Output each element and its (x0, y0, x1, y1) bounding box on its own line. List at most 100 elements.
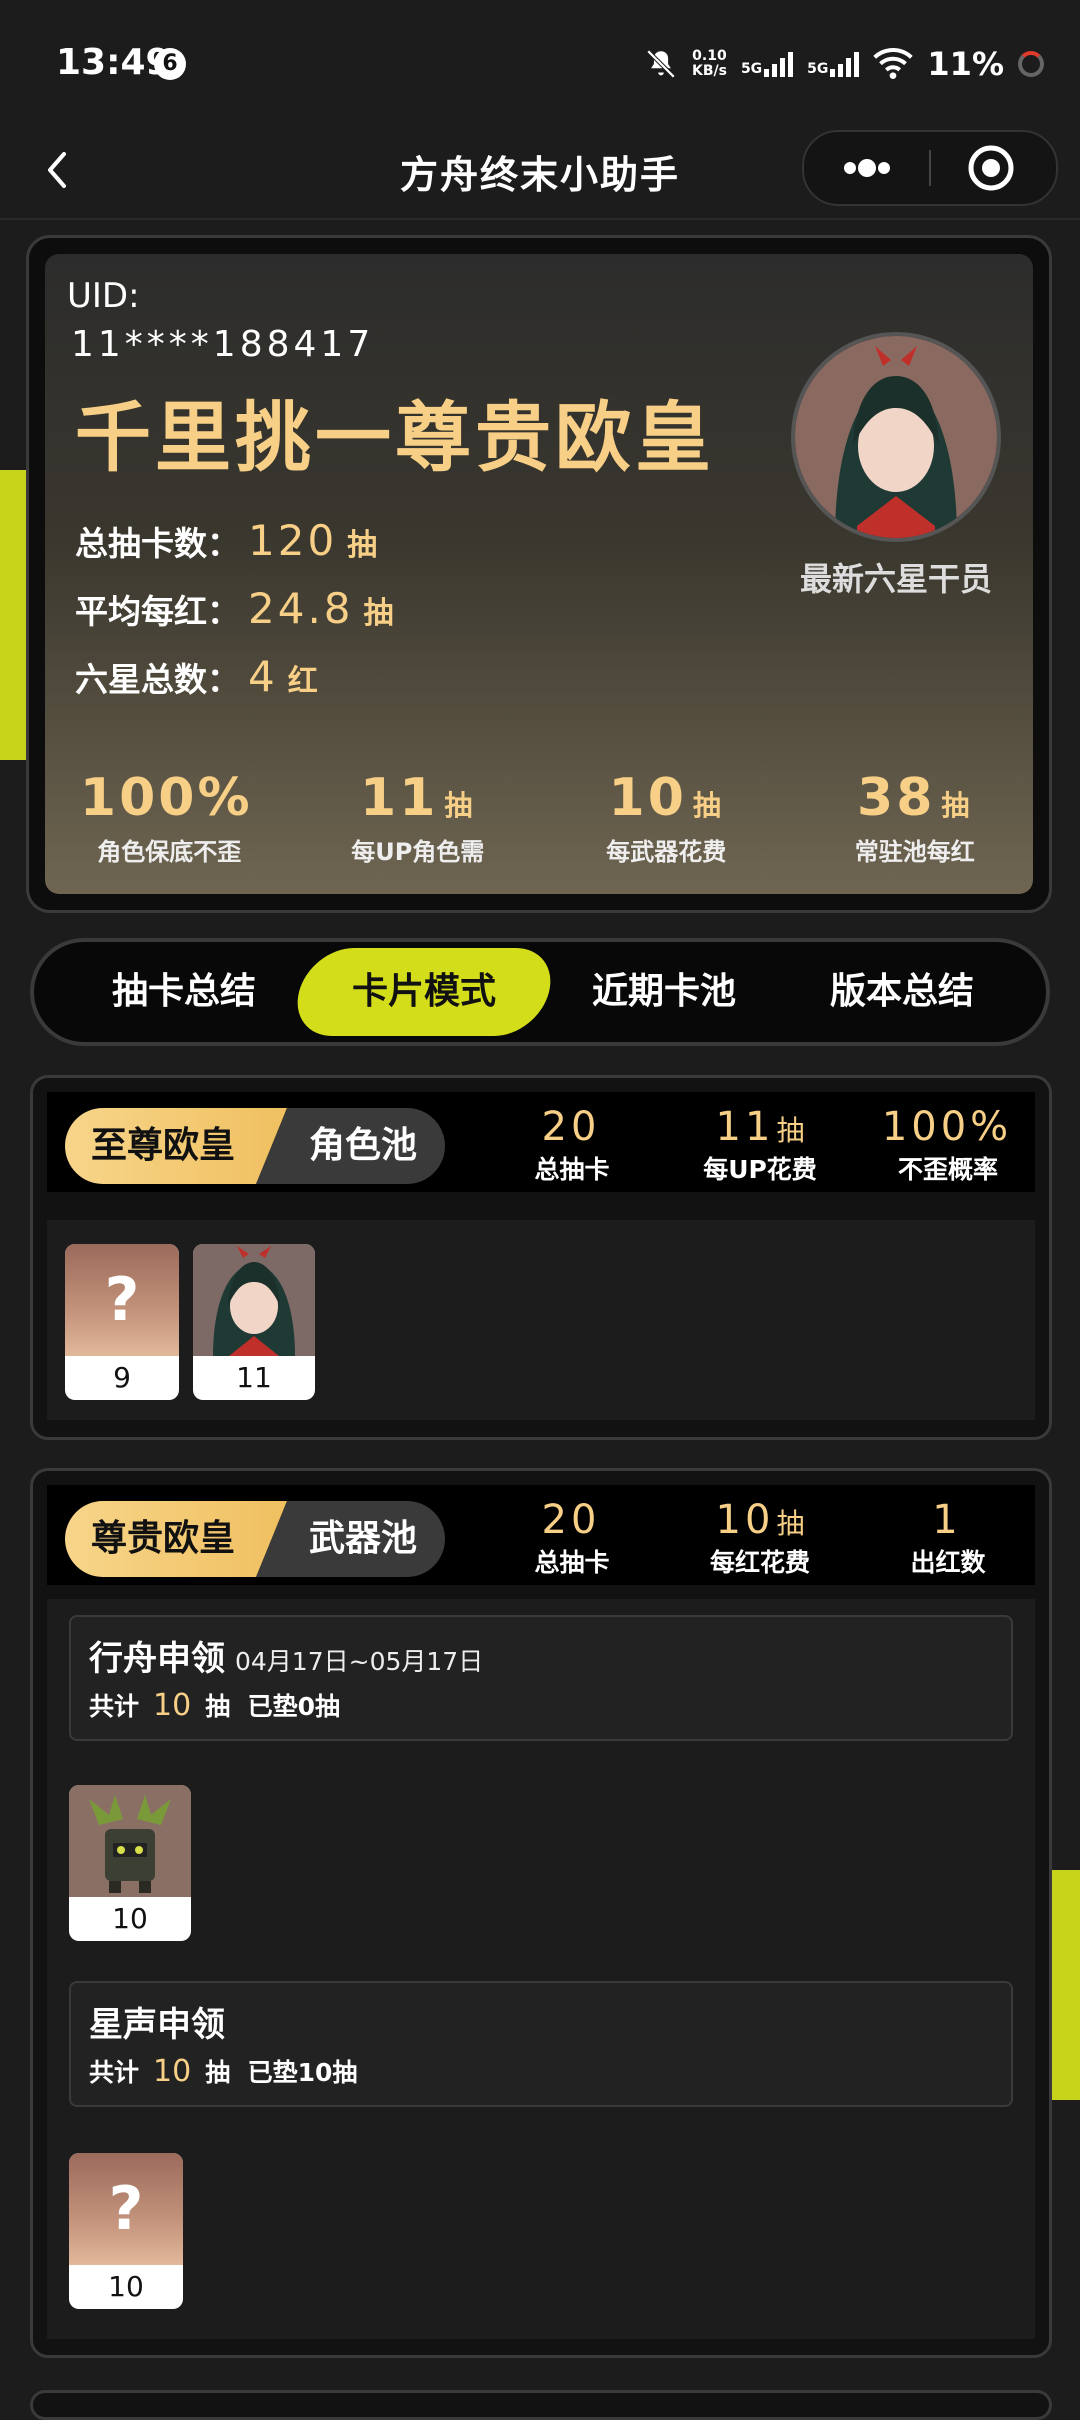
net-type-2: 5G (807, 61, 829, 77)
signal-5g-2: 5G (807, 51, 860, 77)
banner-prefix: 共计 (89, 1692, 140, 1721)
speed-unit: KB/s (691, 63, 727, 79)
pool-name: 角色池 (255, 1108, 445, 1184)
title-bar: 方舟终末小助手 (0, 130, 1080, 220)
summary-stat: 11 抽 每UP角色需 (294, 768, 543, 888)
next-pool-card-edge (30, 2390, 1052, 2420)
mode-tab-bar: 抽卡总结 卡片模式 近期卡池 版本总结 (30, 938, 1050, 1046)
pool-stat: 11抽 每UP花费 (675, 1104, 845, 1186)
stat-label: 每UP角色需 (351, 838, 485, 866)
pool-stat: 10抽 每红花费 (675, 1497, 845, 1579)
close-button[interactable] (931, 132, 1056, 204)
total-pulls-value: 120 (248, 516, 338, 565)
operator-pull-count: 11 (236, 1361, 272, 1394)
avg-per-six-value: 24.8 (248, 584, 354, 633)
tab-card-mode[interactable]: 卡片模式 (304, 942, 544, 1042)
latest-six-star-avatar[interactable] (791, 332, 1001, 542)
banner-name: 行舟申领 (89, 1639, 225, 1679)
pool-stat-label: 不歪概率 (897, 1155, 998, 1184)
weapon-pull-count: 10 (112, 1902, 148, 1935)
pool-stat-label: 出红数 (910, 1548, 986, 1577)
operator-card[interactable]: ? 9 (65, 1244, 179, 1400)
status-indicators: 0.10 KB/s 5G 5G 11% (644, 44, 1044, 84)
banner-row[interactable]: 星声申领 共计 10 抽 已垫10抽 (69, 1981, 1013, 2107)
weapon-card[interactable]: ? 10 (69, 2153, 183, 2309)
stat-value: 11 (360, 768, 439, 828)
weapon-card[interactable]: 10 (69, 1785, 191, 1941)
six-star-total-value: 4 (248, 652, 278, 701)
tab-version-summary[interactable]: 版本总结 (782, 942, 1022, 1042)
summary-stat: 10 抽 每武器花费 (542, 768, 791, 888)
banner-pull-count: 10 (153, 2054, 192, 2089)
pool-stat-value: 100% (881, 1104, 1013, 1150)
pool-stat: 100% 不歪概率 (863, 1104, 1033, 1186)
pool-stat-label: 每红花费 (709, 1548, 810, 1577)
avg-per-six-line: 平均每红： 24.8 抽 (75, 584, 394, 633)
stat-value: 100% (79, 768, 253, 828)
mute-bell-icon (646, 49, 676, 79)
battery-ring-icon (1018, 51, 1044, 77)
pool-stat-value: 10 (715, 1497, 775, 1543)
summary-card: UID: 11****188417 千里挑一尊贵欧皇 总抽卡数： 120 抽 平… (26, 235, 1052, 913)
banner-suffix: 抽 已垫0抽 (205, 1692, 341, 1721)
status-bar: 13:49 6 0.10 KB/s 5G 5G 11% (0, 0, 1080, 130)
total-pulls-line: 总抽卡数： 120 抽 (75, 516, 377, 565)
pool-stat-value: 20 (541, 1497, 601, 1543)
uid-value: 11****188417 (71, 324, 375, 365)
stat-unit: 抽 (692, 789, 724, 822)
weapon-figure-icon (69, 1785, 191, 1897)
six-star-total-label: 六星总数： (75, 660, 240, 699)
stat-label: 角色保底不歪 (97, 838, 242, 866)
stat-unit: 抽 (941, 789, 973, 822)
banner-title: 星声申领 (89, 1997, 225, 2046)
six-star-total-line: 六星总数： 4 红 (75, 652, 318, 701)
banner-name: 星声申领 (89, 2005, 225, 2045)
total-pulls-unit: 抽 (347, 528, 378, 563)
banner-title: 行舟申领 04月17日~05月17日 (89, 1631, 483, 1680)
operator-portrait-icon (193, 1244, 315, 1356)
weapon-pool-card: 武器池 尊贵欧皇 20 总抽卡 10抽 每红花费 1 出红数 行舟申领 04月17… (30, 1468, 1052, 2358)
rank-title: 千里挑一尊贵欧皇 (75, 393, 715, 482)
tab-summary[interactable]: 抽卡总结 (64, 942, 304, 1042)
stat-value: 10 (608, 768, 687, 828)
banner-suffix: 抽 已垫10抽 (205, 2058, 358, 2087)
wifi-icon (873, 48, 914, 79)
weapon-pull-count: 10 (108, 2270, 144, 2303)
signal-bars-icon (764, 51, 794, 77)
operator-card[interactable]: 11 (193, 1244, 315, 1400)
banner-summary: 共计 10 抽 已垫10抽 (89, 2053, 357, 2089)
stat-label: 每武器花费 (606, 838, 727, 866)
pool-stat: 20 总抽卡 (487, 1497, 657, 1579)
pool-stat-unit: 抽 (776, 1507, 805, 1540)
pool-header: 武器池 尊贵欧皇 20 总抽卡 10抽 每红花费 1 出红数 (47, 1485, 1035, 1585)
target-close-icon (968, 145, 1014, 191)
banner-row[interactable]: 行舟申领 04月17日~05月17日 共计 10 抽 已垫0抽 (69, 1615, 1013, 1741)
avg-per-six-unit: 抽 (363, 596, 394, 631)
avatar-label: 最新六星干员 (799, 560, 992, 598)
battery-percent: 11% (927, 45, 1004, 83)
tab-recent-pools[interactable]: 近期卡池 (544, 942, 784, 1042)
network-speed: 0.10 KB/s (692, 49, 727, 79)
uid-label: UID: (67, 276, 140, 316)
pool-rank-pill: 角色池 至尊欧皇 (65, 1108, 445, 1184)
banner-prefix: 共计 (89, 2058, 140, 2087)
pool-body: ? 9 11 (47, 1220, 1035, 1420)
stat-label: 常驻池每红 (854, 838, 975, 866)
unknown-weapon-icon: ? (69, 2153, 183, 2265)
summary-stats-row: 100% 角色保底不歪 11 抽 每UP角色需 10 抽 每武器花费 38 抽 常驻池… (45, 768, 1039, 888)
banner-summary: 共计 10 抽 已垫0抽 (89, 1687, 340, 1723)
more-button[interactable] (804, 132, 929, 204)
avg-per-six-label: 平均每红： (75, 592, 240, 631)
pool-stat-value: 11 (715, 1104, 775, 1150)
unknown-operator-icon: ? (65, 1244, 179, 1356)
stat-value: 38 (857, 768, 936, 828)
pool-stat-value: 20 (541, 1104, 601, 1150)
operator-portrait-icon (795, 336, 997, 538)
notification-badge: 6 (154, 48, 186, 80)
speed-value: 0.10 (692, 48, 727, 64)
summary-stat: 38 抽 常驻池每红 (791, 768, 1040, 888)
stat-unit: 抽 (444, 789, 476, 822)
pool-name: 武器池 (255, 1501, 445, 1577)
more-dots-icon (844, 159, 890, 177)
background-accent-left (0, 470, 26, 760)
